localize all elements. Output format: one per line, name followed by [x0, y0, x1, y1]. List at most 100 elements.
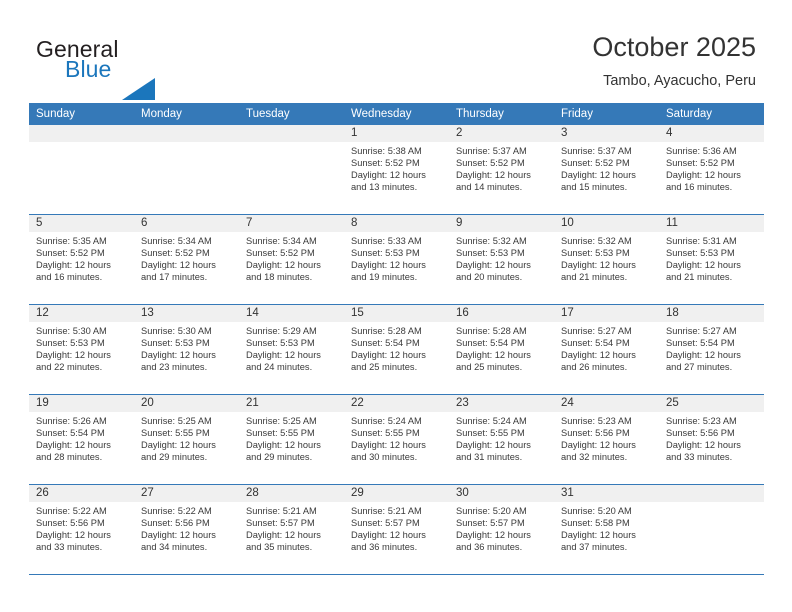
sunset-text: Sunset: 5:53 PM [141, 337, 210, 348]
daylight-text-line2: and 25 minutes. [456, 361, 523, 372]
calendar-day-cell[interactable]: 1 Sunrise: 5:38 AM Sunset: 5:52 PM Daylight… [344, 125, 449, 214]
day-number: 25 [659, 395, 764, 412]
calendar-day-cell[interactable]: 31 Sunrise: 5:20 AM Sunset: 5:58 PM Dayligh… [554, 485, 659, 574]
daylight-text-line1: Daylight: 12 hours [666, 439, 741, 450]
sunrise-text: Sunrise: 5:32 AM [561, 236, 632, 246]
sunrise-text: Sunrise: 5:35 AM [36, 236, 107, 246]
day-sun-info: Sunrise: 5:30 AM Sunset: 5:53 PM Daylight:… [134, 322, 239, 374]
calendar-day-cell[interactable]: 30 Sunrise: 5:20 AM Sunset: 5:57 PM Dayligh… [449, 485, 554, 574]
daylight-text-line2: and 29 minutes. [141, 451, 208, 462]
day-sun-info: Sunrise: 5:20 AM Sunset: 5:58 PM Daylight:… [554, 502, 659, 554]
day-number [134, 125, 239, 142]
daylight-text-line1: Daylight: 12 hours [36, 529, 111, 540]
sunrise-text: Sunrise: 5:29 AM [246, 326, 317, 336]
sunset-text: Sunset: 5:56 PM [666, 427, 735, 438]
sunrise-text: Sunrise: 5:23 AM [666, 416, 737, 426]
general-blue-logo[interactable]: General Blue [36, 36, 216, 100]
daylight-text-line1: Daylight: 12 hours [141, 349, 216, 360]
calendar-day-cell[interactable]: 4 Sunrise: 5:36 AM Sunset: 5:52 PM Daylight… [659, 125, 764, 214]
day-number: 31 [554, 485, 659, 502]
calendar-day-cell[interactable]: 10 Sunrise: 5:32 AM Sunset: 5:53 PM Dayligh… [554, 215, 659, 304]
sunset-text: Sunset: 5:57 PM [456, 517, 525, 528]
sunrise-text: Sunrise: 5:27 AM [666, 326, 737, 336]
sunrise-text: Sunrise: 5:21 AM [351, 506, 422, 516]
sunset-text: Sunset: 5:54 PM [666, 337, 735, 348]
daylight-text-line2: and 33 minutes. [36, 541, 103, 552]
daylight-text-line1: Daylight: 12 hours [561, 529, 636, 540]
weekday-header-row: Sunday Monday Tuesday Wednesday Thursday… [29, 103, 764, 125]
sunset-text: Sunset: 5:52 PM [36, 247, 105, 258]
sunset-text: Sunset: 5:57 PM [246, 517, 315, 528]
daylight-text-line1: Daylight: 12 hours [351, 529, 426, 540]
calendar-day-cell[interactable]: 26 Sunrise: 5:22 AM Sunset: 5:56 PM Dayligh… [29, 485, 134, 574]
day-number: 13 [134, 305, 239, 322]
calendar-day-cell[interactable]: 3 Sunrise: 5:37 AM Sunset: 5:52 PM Daylight… [554, 125, 659, 214]
daylight-text-line1: Daylight: 12 hours [666, 349, 741, 360]
daylight-text-line2: and 25 minutes. [351, 361, 418, 372]
day-number [29, 125, 134, 142]
day-sun-info: Sunrise: 5:32 AM Sunset: 5:53 PM Daylight:… [449, 232, 554, 284]
day-sun-info: Sunrise: 5:29 AM Sunset: 5:53 PM Daylight:… [239, 322, 344, 374]
daylight-text-line1: Daylight: 12 hours [141, 439, 216, 450]
calendar-day-cell[interactable]: 5 Sunrise: 5:35 AM Sunset: 5:52 PM Daylight… [29, 215, 134, 304]
calendar-day-cell[interactable]: 17 Sunrise: 5:27 AM Sunset: 5:54 PM Dayligh… [554, 305, 659, 394]
daylight-text-line2: and 18 minutes. [246, 271, 313, 282]
day-number: 26 [29, 485, 134, 502]
calendar-day-cell[interactable]: 23 Sunrise: 5:24 AM Sunset: 5:55 PM Dayligh… [449, 395, 554, 484]
weekday-header-sunday: Sunday [36, 108, 76, 120]
day-sun-info: Sunrise: 5:25 AM Sunset: 5:55 PM Daylight:… [239, 412, 344, 464]
day-sun-info: Sunrise: 5:33 AM Sunset: 5:53 PM Daylight:… [344, 232, 449, 284]
sunrise-text: Sunrise: 5:28 AM [456, 326, 527, 336]
weekday-header-wednesday: Wednesday [351, 108, 412, 120]
calendar-day-cell[interactable]: 9 Sunrise: 5:32 AM Sunset: 5:53 PM Daylight… [449, 215, 554, 304]
sunrise-text: Sunrise: 5:24 AM [351, 416, 422, 426]
calendar-weeks: 1 Sunrise: 5:38 AM Sunset: 5:52 PM Daylight… [29, 125, 764, 575]
calendar-day-cell[interactable]: 7 Sunrise: 5:34 AM Sunset: 5:52 PM Daylight… [239, 215, 344, 304]
calendar-week-row: 1 Sunrise: 5:38 AM Sunset: 5:52 PM Daylight… [29, 125, 764, 215]
day-sun-info: Sunrise: 5:24 AM Sunset: 5:55 PM Daylight:… [449, 412, 554, 464]
sunset-text: Sunset: 5:52 PM [141, 247, 210, 258]
day-number: 21 [239, 395, 344, 412]
sunset-text: Sunset: 5:57 PM [351, 517, 420, 528]
daylight-text-line1: Daylight: 12 hours [246, 259, 321, 270]
daylight-text-line2: and 27 minutes. [666, 361, 733, 372]
sunset-text: Sunset: 5:53 PM [456, 247, 525, 258]
calendar-day-cell[interactable]: 11 Sunrise: 5:31 AM Sunset: 5:53 PM Dayligh… [659, 215, 764, 304]
calendar-day-cell[interactable]: 25 Sunrise: 5:23 AM Sunset: 5:56 PM Dayligh… [659, 395, 764, 484]
daylight-text-line2: and 22 minutes. [36, 361, 103, 372]
calendar-day-cell[interactable]: 28 Sunrise: 5:21 AM Sunset: 5:57 PM Dayligh… [239, 485, 344, 574]
calendar-day-cell[interactable]: 6 Sunrise: 5:34 AM Sunset: 5:52 PM Daylight… [134, 215, 239, 304]
daylight-text-line1: Daylight: 12 hours [456, 529, 531, 540]
calendar-day-cell[interactable]: 29 Sunrise: 5:21 AM Sunset: 5:57 PM Dayligh… [344, 485, 449, 574]
calendar-day-cell[interactable]: 20 Sunrise: 5:25 AM Sunset: 5:55 PM Dayligh… [134, 395, 239, 484]
calendar-day-cell[interactable]: 24 Sunrise: 5:23 AM Sunset: 5:56 PM Dayligh… [554, 395, 659, 484]
calendar-day-cell[interactable]: 21 Sunrise: 5:25 AM Sunset: 5:55 PM Dayligh… [239, 395, 344, 484]
sunrise-text: Sunrise: 5:31 AM [666, 236, 737, 246]
calendar-day-cell[interactable]: 16 Sunrise: 5:28 AM Sunset: 5:54 PM Dayligh… [449, 305, 554, 394]
daylight-text-line1: Daylight: 12 hours [561, 439, 636, 450]
calendar-day-cell[interactable]: 18 Sunrise: 5:27 AM Sunset: 5:54 PM Dayligh… [659, 305, 764, 394]
calendar-day-cell[interactable]: 2 Sunrise: 5:37 AM Sunset: 5:52 PM Daylight… [449, 125, 554, 214]
daylight-text-line1: Daylight: 12 hours [456, 349, 531, 360]
calendar-week-row: 12 Sunrise: 5:30 AM Sunset: 5:53 PM Dayligh… [29, 305, 764, 395]
logo-text-blue: Blue [65, 56, 112, 82]
day-sun-info: Sunrise: 5:38 AM Sunset: 5:52 PM Daylight:… [344, 142, 449, 194]
calendar-day-cell[interactable]: 19 Sunrise: 5:26 AM Sunset: 5:54 PM Dayligh… [29, 395, 134, 484]
calendar-day-cell[interactable]: 8 Sunrise: 5:33 AM Sunset: 5:53 PM Daylight… [344, 215, 449, 304]
day-number: 7 [239, 215, 344, 232]
sunset-text: Sunset: 5:56 PM [561, 427, 630, 438]
calendar-day-cell[interactable]: 13 Sunrise: 5:30 AM Sunset: 5:53 PM Dayligh… [134, 305, 239, 394]
daylight-text-line2: and 37 minutes. [561, 541, 628, 552]
calendar-day-cell[interactable]: 14 Sunrise: 5:29 AM Sunset: 5:53 PM Dayligh… [239, 305, 344, 394]
calendar-day-cell[interactable]: 15 Sunrise: 5:28 AM Sunset: 5:54 PM Dayligh… [344, 305, 449, 394]
calendar-day-cell[interactable]: 27 Sunrise: 5:22 AM Sunset: 5:56 PM Dayligh… [134, 485, 239, 574]
daylight-text-line1: Daylight: 12 hours [456, 169, 531, 180]
day-sun-info: Sunrise: 5:20 AM Sunset: 5:57 PM Daylight:… [449, 502, 554, 554]
calendar-day-cell[interactable]: 22 Sunrise: 5:24 AM Sunset: 5:55 PM Dayligh… [344, 395, 449, 484]
page-subtitle: Tambo, Ayacucho, Peru [603, 73, 756, 89]
calendar-day-cell[interactable]: 12 Sunrise: 5:30 AM Sunset: 5:53 PM Dayligh… [29, 305, 134, 394]
daylight-text-line1: Daylight: 12 hours [36, 439, 111, 450]
day-number: 5 [29, 215, 134, 232]
sunrise-text: Sunrise: 5:26 AM [36, 416, 107, 426]
day-sun-info: Sunrise: 5:22 AM Sunset: 5:56 PM Daylight:… [29, 502, 134, 554]
